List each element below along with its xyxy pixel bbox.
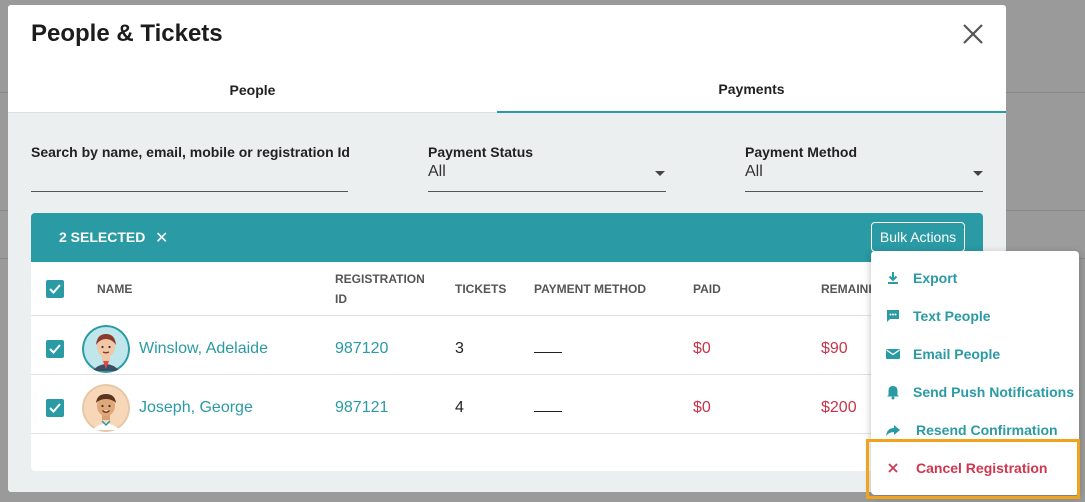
row-paid: $0: [693, 399, 711, 416]
avatar: [82, 325, 130, 373]
row-payment-method-empty: [534, 352, 562, 353]
download-icon: [888, 272, 898, 284]
menu-item-label: Resend Confirmation: [916, 422, 1058, 438]
payment-status-label: Payment Status: [428, 144, 534, 160]
menu-item-send-push[interactable]: Send Push Notifications: [871, 373, 1079, 411]
tab-people-label: People: [229, 82, 276, 98]
header-registration-line2: ID: [335, 292, 347, 306]
chat-icon: [887, 310, 899, 322]
clear-selection-button[interactable]: ✕: [155, 228, 168, 248]
avatar: [82, 384, 130, 432]
modal-title: People & Tickets: [31, 20, 223, 47]
row-checkbox[interactable]: [46, 399, 64, 417]
row-paid: $0: [693, 340, 711, 357]
header-name[interactable]: NAME: [97, 279, 132, 299]
row-checkbox[interactable]: [46, 340, 64, 358]
header-payment-method[interactable]: PAYMENT METHOD: [534, 279, 646, 299]
check-icon: [49, 344, 61, 354]
header-tickets[interactable]: TICKETS: [455, 279, 506, 299]
email-icon: [886, 349, 900, 359]
menu-item-text-people[interactable]: Text People: [871, 297, 1079, 335]
menu-item-label: Email People: [913, 346, 1001, 362]
header-registration-id[interactable]: REGISTRATION ID: [335, 269, 425, 309]
payment-method-underline: [745, 191, 983, 192]
people-tickets-modal: People & Tickets People Payments Search …: [8, 5, 1006, 492]
payment-method-select[interactable]: All: [745, 163, 763, 181]
header-remaining[interactable]: REMAINI: [821, 279, 872, 299]
divider: [31, 374, 983, 375]
highlight-box: [866, 439, 1080, 499]
header-paid[interactable]: PAID: [693, 279, 721, 299]
row-tickets: 3: [455, 340, 464, 357]
payment-method-label: Payment Method: [745, 144, 858, 160]
payment-status-underline: [428, 191, 666, 192]
divider: [31, 433, 983, 434]
row-registration-id[interactable]: 987121: [335, 399, 388, 417]
row-tickets: 4: [455, 399, 464, 416]
menu-item-label: Export: [913, 270, 958, 286]
row-remaining: $90: [821, 340, 848, 357]
check-icon: [49, 284, 61, 294]
selection-bar: 2 SELECTED ✕ Bulk Actions: [31, 213, 983, 262]
select-all-checkbox[interactable]: [46, 280, 64, 298]
payments-table-card: 2 SELECTED ✕ Bulk Actions NAME REGISTRAT…: [31, 213, 983, 471]
row-name-link[interactable]: Winslow, Adelaide: [139, 340, 268, 358]
row-remaining: $200: [821, 399, 857, 416]
payment-status-select[interactable]: All: [428, 163, 446, 181]
tab-bar: People Payments: [8, 67, 1006, 113]
search-label: Search by name, email, mobile or registr…: [31, 144, 350, 160]
row-payment-method-empty: [534, 411, 562, 412]
chevron-down-icon: [973, 171, 983, 176]
close-button[interactable]: [960, 21, 986, 47]
menu-item-label: Text People: [913, 308, 991, 324]
row-registration-id[interactable]: 987120: [335, 340, 388, 358]
menu-item-email-people[interactable]: Email People: [871, 335, 1079, 373]
row-name-link[interactable]: Joseph, George: [139, 399, 253, 417]
modal-header: People & Tickets People Payments: [8, 5, 1006, 113]
forward-arrow-icon: [886, 425, 900, 436]
search-input[interactable]: [31, 191, 348, 192]
tab-people[interactable]: People: [8, 67, 497, 113]
bulk-actions-button[interactable]: Bulk Actions: [871, 222, 965, 252]
divider: [31, 315, 983, 316]
bell-icon: [887, 386, 899, 400]
header-registration-line1: REGISTRATION: [335, 272, 425, 286]
menu-item-export[interactable]: Export: [871, 259, 1079, 297]
chevron-down-icon: [655, 171, 665, 176]
selected-count: 2 SELECTED: [59, 229, 146, 245]
check-icon: [49, 403, 61, 413]
tab-payments[interactable]: Payments: [497, 67, 1006, 113]
close-icon: [963, 24, 983, 44]
menu-item-label: Send Push Notifications: [913, 384, 1075, 400]
tab-payments-label: Payments: [718, 81, 785, 97]
